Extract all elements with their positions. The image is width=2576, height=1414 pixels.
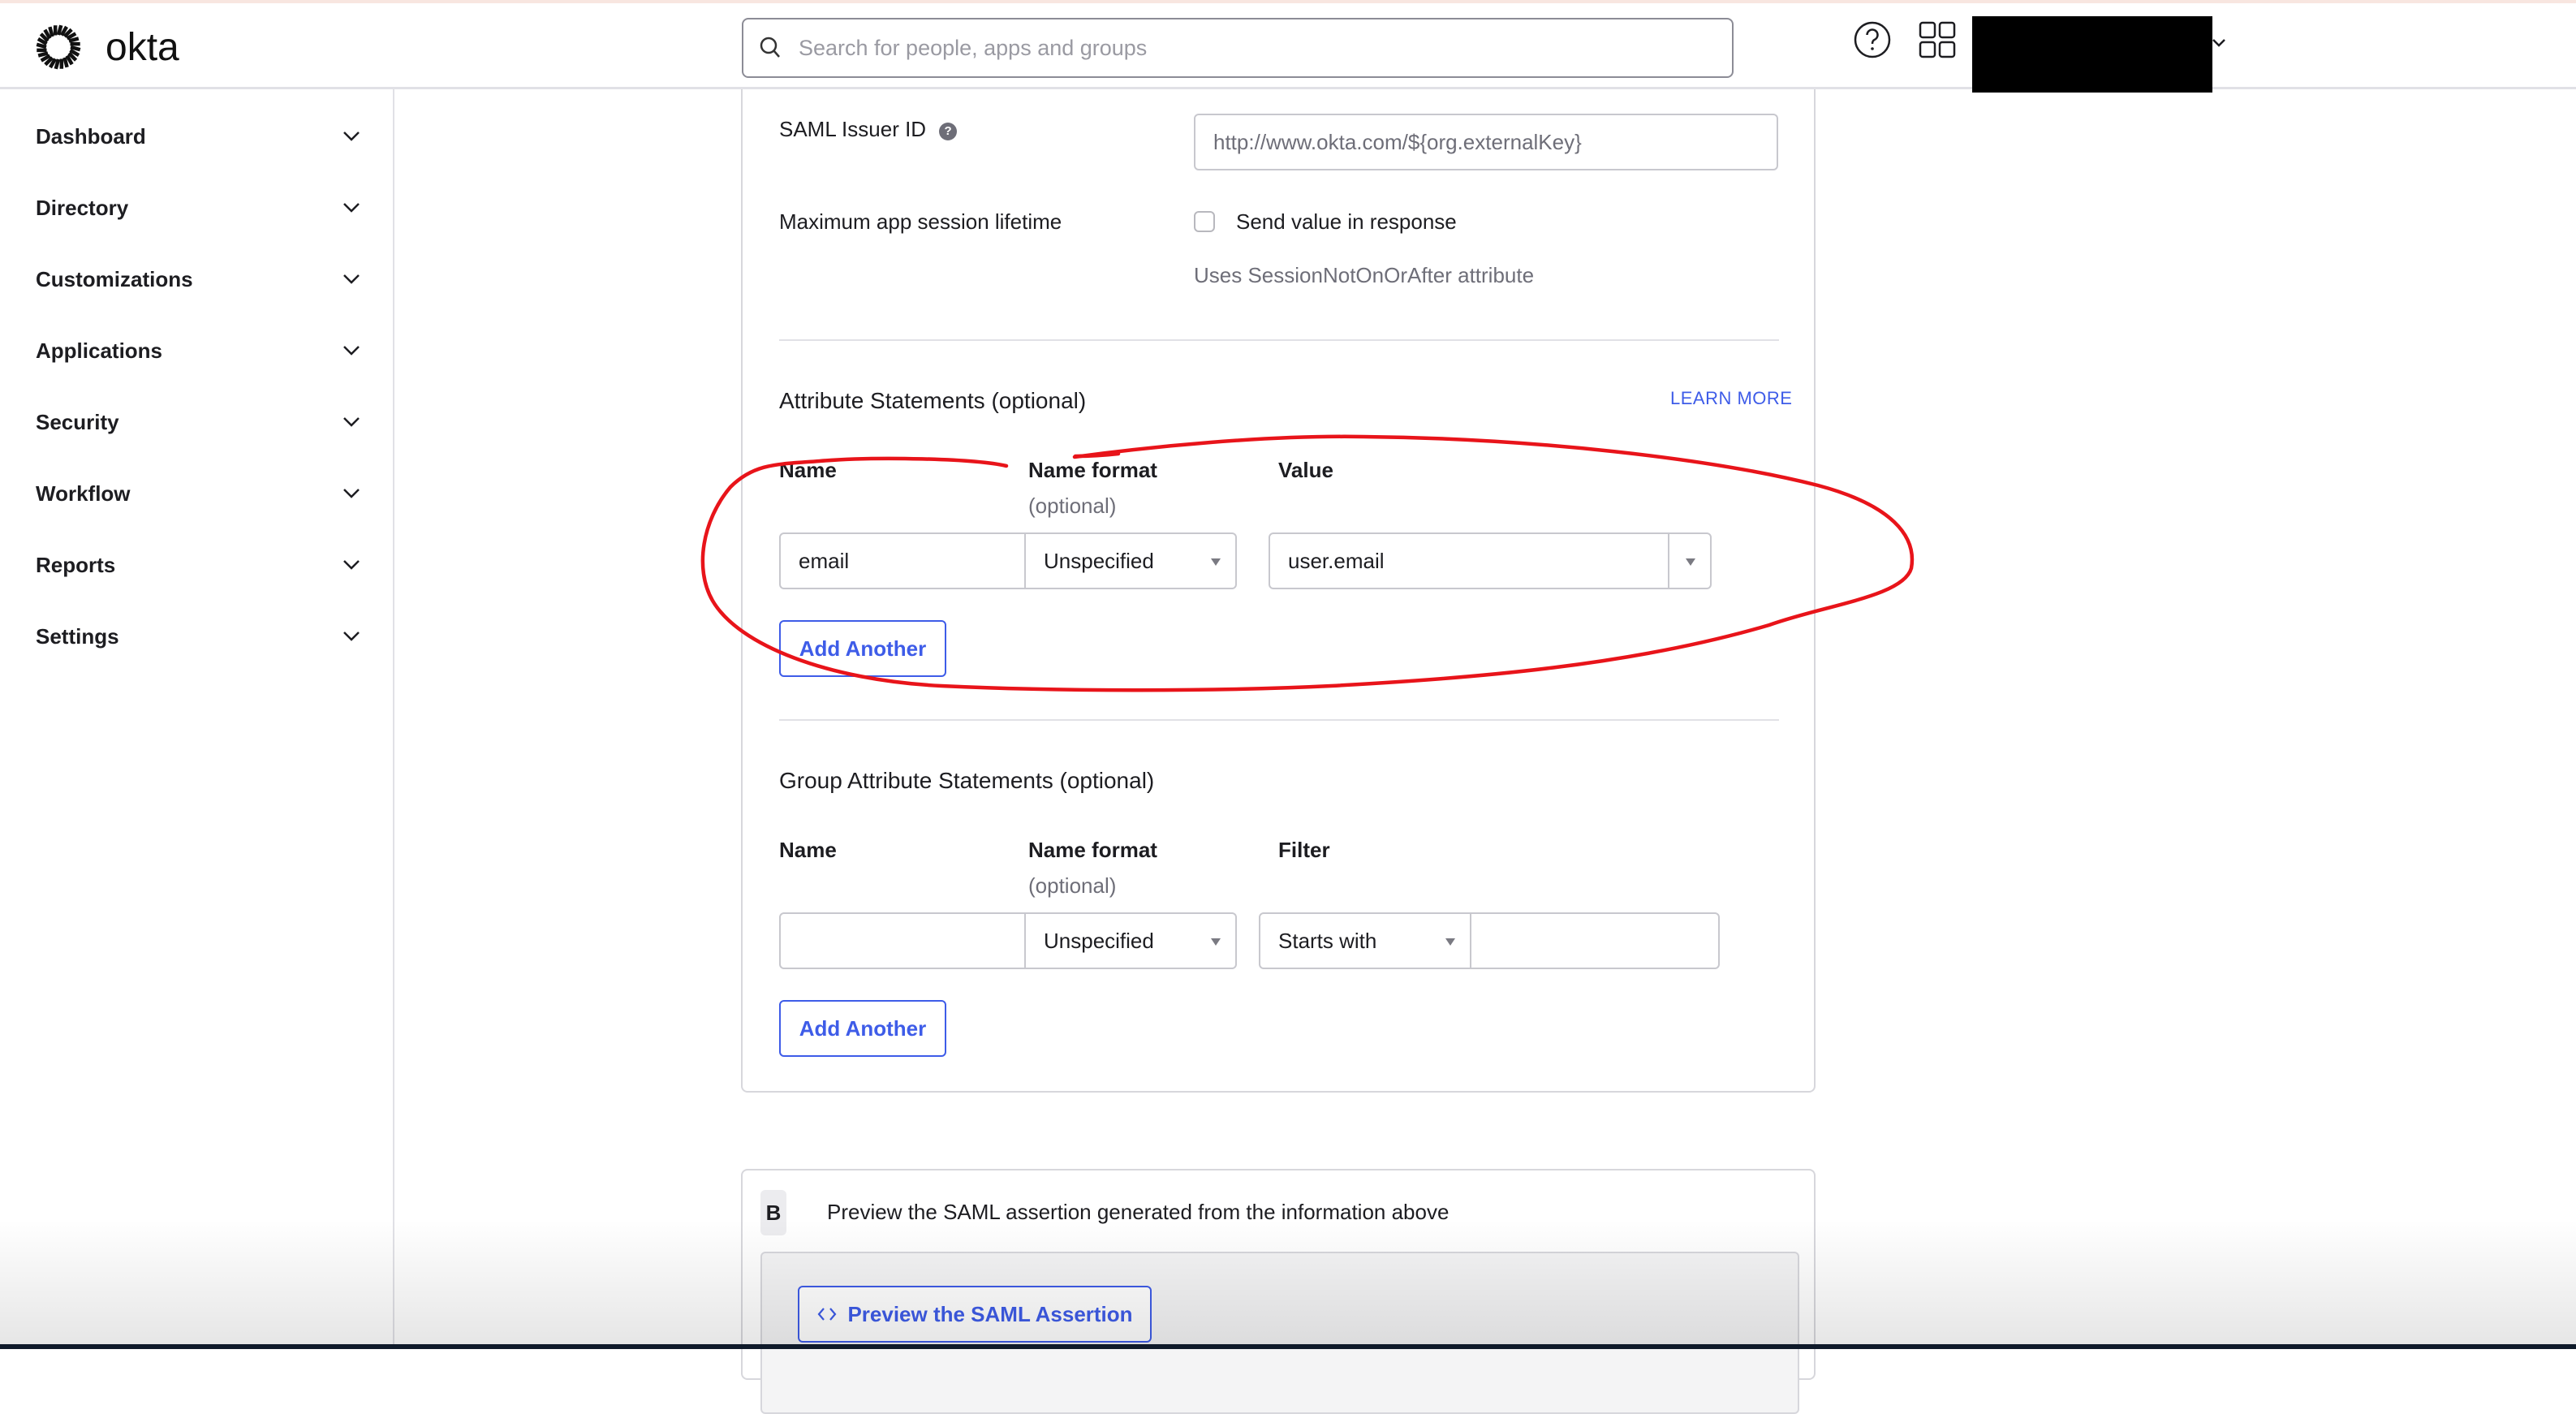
session-lifetime-label: Maximum app session lifetime: [779, 209, 1062, 235]
sidebar-item-label: Reports: [36, 553, 115, 578]
saml-settings-card: SAML Issuer ID? http://www.okta.com/${or…: [741, 89, 1816, 1093]
dropdown-caret-icon: [1211, 938, 1221, 946]
preview-panel: Preview the SAML Assertion: [760, 1252, 1799, 1414]
attribute-row: email Unspecified: [779, 532, 1237, 589]
learn-more-link[interactable]: LEARN MORE: [1670, 388, 1792, 409]
section-divider: [779, 339, 1779, 341]
sunburst-ray: [50, 27, 52, 37]
attr-name-input[interactable]: email: [781, 534, 1024, 588]
sidebar-item-security[interactable]: Security: [36, 398, 360, 446]
chevron-down-icon: [342, 274, 360, 285]
sidebar-item-label: Dashboard: [36, 124, 146, 149]
sidebar-item-label: Directory: [36, 196, 128, 221]
sidebar-item-label: Customizations: [36, 267, 193, 292]
okta-sunburst-icon: [34, 23, 83, 71]
brand-name: okta: [106, 25, 179, 70]
dropdown-caret-icon: [1686, 558, 1695, 566]
sidebar-item-label: Applications: [36, 338, 162, 364]
section-divider: [779, 719, 1779, 721]
attr-name-value: email: [799, 549, 849, 574]
help-icon[interactable]: [1852, 19, 1893, 60]
chevron-down-icon: [342, 488, 360, 499]
step-badge: B: [760, 1190, 786, 1235]
sidebar-item-workflow[interactable]: Workflow: [36, 469, 360, 518]
attr-value-combobox: user.email: [1269, 532, 1712, 589]
chevron-down-icon: [342, 559, 360, 571]
saml-issuer-input[interactable]: http://www.okta.com/${org.externalKey}: [1194, 114, 1778, 170]
chevron-down-icon: [342, 631, 360, 642]
sidebar-item-label: Workflow: [36, 481, 131, 507]
group-col-name: Name: [779, 838, 837, 863]
attr-value-input[interactable]: user.email: [1270, 534, 1668, 588]
attr-col-format: Name format: [1028, 458, 1157, 483]
attr-value-dropdown[interactable]: [1668, 534, 1710, 588]
preview-saml-assertion-button[interactable]: Preview the SAML Assertion: [798, 1286, 1152, 1343]
dropdown-caret-icon: [1211, 558, 1221, 566]
top-bar: okta: [0, 0, 2576, 89]
chevron-down-icon: [342, 345, 360, 356]
sidebar-item-applications[interactable]: Applications: [36, 326, 360, 375]
help-tooltip-icon[interactable]: ?: [939, 123, 957, 140]
sunburst-ray: [69, 38, 79, 41]
group-filter-value-input[interactable]: [1470, 914, 1718, 968]
sidebar-item-customizations[interactable]: Customizations: [36, 255, 360, 304]
search-icon: [758, 35, 784, 61]
sidebar-nav: Dashboard Directory Customizations Appli…: [0, 89, 394, 1349]
sidebar-item-directory[interactable]: Directory: [36, 183, 360, 232]
saml-issuer-label-text: SAML Issuer ID: [779, 117, 926, 141]
attr-format-value: Unspecified: [1044, 549, 1154, 574]
preview-button-label: Preview the SAML Assertion: [847, 1302, 1132, 1327]
chevron-down-icon: [342, 416, 360, 428]
sunburst-ray: [65, 58, 67, 67]
sidebar-item-reports[interactable]: Reports: [36, 541, 360, 589]
chevron-down-icon: [342, 202, 360, 213]
session-hint: Uses SessionNotOnOrAfter attribute: [1194, 263, 1534, 288]
send-value-label[interactable]: Send value in response: [1236, 209, 1457, 235]
global-search[interactable]: [742, 18, 1734, 78]
window-edge: [0, 1344, 2576, 1349]
sunburst-ray: [38, 54, 48, 56]
group-filter-type-select[interactable]: Starts with: [1260, 914, 1470, 968]
code-icon: [816, 1306, 838, 1322]
attr-col-value: Value: [1278, 458, 1333, 483]
attr-col-name: Name: [779, 458, 837, 483]
group-col-format: Name format: [1028, 838, 1157, 863]
sidebar-item-label: Security: [36, 410, 119, 435]
sidebar-item-settings[interactable]: Settings: [36, 612, 360, 661]
search-input[interactable]: [797, 35, 1693, 62]
sidebar-item-label: Settings: [36, 624, 119, 649]
group-col-filter: Filter: [1278, 838, 1330, 863]
group-col-format-sub: (optional): [1028, 873, 1116, 899]
group-filter-group: Starts with: [1259, 912, 1720, 969]
group-attribute-row: Unspecified: [779, 912, 1237, 969]
group-attribute-statements-title: Group Attribute Statements (optional): [779, 768, 1154, 794]
group-filter-type-value: Starts with: [1278, 929, 1376, 954]
add-group-attribute-button[interactable]: Add Another: [779, 1000, 946, 1057]
app-grid-icon[interactable]: [1919, 21, 1956, 58]
attribute-statements-title: Attribute Statements (optional): [779, 388, 1086, 414]
preview-description: Preview the SAML assertion generated fro…: [827, 1200, 1449, 1225]
group-format-select[interactable]: Unspecified: [1024, 914, 1235, 968]
attr-col-format-sub: (optional): [1028, 494, 1116, 519]
chevron-down-icon: [342, 131, 360, 142]
dropdown-caret-icon: [1445, 938, 1455, 946]
okta-logo[interactable]: okta: [34, 23, 179, 71]
attr-value-text: user.email: [1288, 549, 1385, 574]
attr-format-select[interactable]: Unspecified: [1024, 534, 1235, 588]
sidebar-item-dashboard[interactable]: Dashboard: [36, 112, 360, 161]
saml-issuer-label: SAML Issuer ID?: [779, 117, 957, 142]
send-value-checkbox[interactable]: [1194, 211, 1215, 232]
add-attribute-button[interactable]: Add Another: [779, 620, 946, 677]
group-format-value: Unspecified: [1044, 929, 1154, 954]
redacted-user-menu[interactable]: [1972, 16, 2212, 93]
chevron-down-icon[interactable]: [2211, 36, 2227, 49]
group-name-input[interactable]: [781, 914, 1024, 968]
saml-issuer-value: http://www.okta.com/${org.externalKey}: [1213, 130, 1582, 155]
